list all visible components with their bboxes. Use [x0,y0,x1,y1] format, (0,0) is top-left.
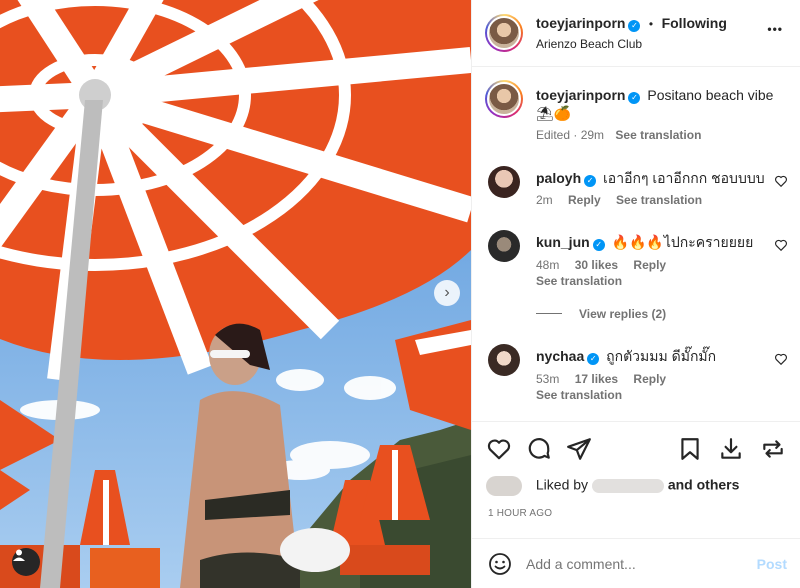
bookmark-icon[interactable] [677,436,703,462]
reply-button[interactable]: Reply [633,372,666,386]
post-dialog: › toeyjarinporn ✓ • Following Arienzo Bea… [0,0,800,588]
post-side-panel: toeyjarinporn ✓ • Following Arienzo Beach… [471,0,800,588]
comment-time[interactable]: 48m [536,258,559,272]
author-avatar[interactable] [485,14,523,52]
user-tags-button[interactable] [12,548,40,576]
liked-by-suffix[interactable]: and others [668,477,740,493]
caption-time[interactable]: 29m [581,128,604,142]
user-tag-icon [13,549,25,561]
heart-icon[interactable] [486,436,512,462]
comment-username[interactable]: kun_jun [536,234,590,250]
replies-divider [536,313,562,314]
commenter-avatar[interactable] [488,230,520,262]
comment-icon[interactable] [526,436,552,462]
reply-button[interactable]: Reply [568,193,601,207]
author-username[interactable]: toeyjarinporn [536,15,625,31]
separator-dot: • [648,17,654,31]
comment-text: เอาอีกๆ เอาอีกกก ชอบบบบ [603,170,765,186]
liked-by: Liked by and others [486,476,739,496]
liker-avatar[interactable] [486,476,522,496]
comment-text: ถูกตัวมมม ดีมั๊กมั๊ก [606,348,717,364]
liker-name-blurred[interactable] [591,479,664,493]
beach-photo-illustration [0,0,471,588]
next-photo-button[interactable]: › [434,280,460,306]
repost-icon[interactable] [760,436,786,462]
caption-emoji: ⛱🍊 [536,105,572,121]
post-comment-button[interactable]: Post [757,556,787,572]
verified-badge-icon: ✓ [628,92,641,104]
comment-likes[interactable]: 30 likes [575,258,618,272]
comment-like-icon[interactable] [774,174,788,188]
liked-by-prefix: Liked by [535,476,589,493]
comment-username[interactable]: paloyh [536,170,581,186]
more-options-icon[interactable]: ••• [767,22,783,36]
comment-input[interactable] [526,553,736,575]
comment-composer: Post [472,538,800,588]
comment-time[interactable]: 2m [536,193,553,207]
see-translation-button[interactable]: See translation [616,193,702,207]
edited-label: Edited [536,128,571,142]
verified-badge-icon: ✓ [628,20,641,32]
see-translation-button[interactable]: See translation [536,274,622,288]
chevron-right-icon: › [444,284,450,301]
caption-text: Positano beach vibe [647,87,774,103]
commenter-avatar[interactable] [488,344,520,376]
following-button[interactable]: Following [662,15,727,31]
comment-time[interactable]: 53m [536,372,559,386]
emoji-icon[interactable] [488,552,512,576]
verified-badge-icon: ✓ [584,175,597,187]
verified-badge-icon: ✓ [592,239,605,251]
location-link[interactable]: Arienzo Beach Club [536,37,642,51]
comment-like-icon[interactable] [774,238,788,252]
comment-username[interactable]: nychaa [536,348,584,364]
reply-button[interactable]: Reply [633,258,666,272]
caption-username[interactable]: toeyjarinporn [536,87,625,103]
post-photo[interactable]: › [0,0,471,588]
comment-text: 🔥🔥🔥ไปกะครายยยย [611,234,754,250]
post-timestamp[interactable]: 1 HOUR AGO [488,508,552,519]
caption-see-translation[interactable]: See translation [615,128,701,142]
view-replies-button[interactable]: View replies (2) [579,307,666,321]
post-header: toeyjarinporn ✓ • Following Arienzo Beach… [472,0,800,67]
verified-badge-icon: ✓ [587,353,600,365]
share-icon[interactable] [566,436,592,462]
see-translation-button[interactable]: See translation [536,388,622,402]
download-icon[interactable] [718,436,744,462]
commenter-avatar[interactable] [488,166,520,198]
caption-avatar[interactable] [485,80,523,118]
comment-likes[interactable]: 17 likes [575,372,618,386]
comment-like-icon[interactable] [774,352,788,366]
